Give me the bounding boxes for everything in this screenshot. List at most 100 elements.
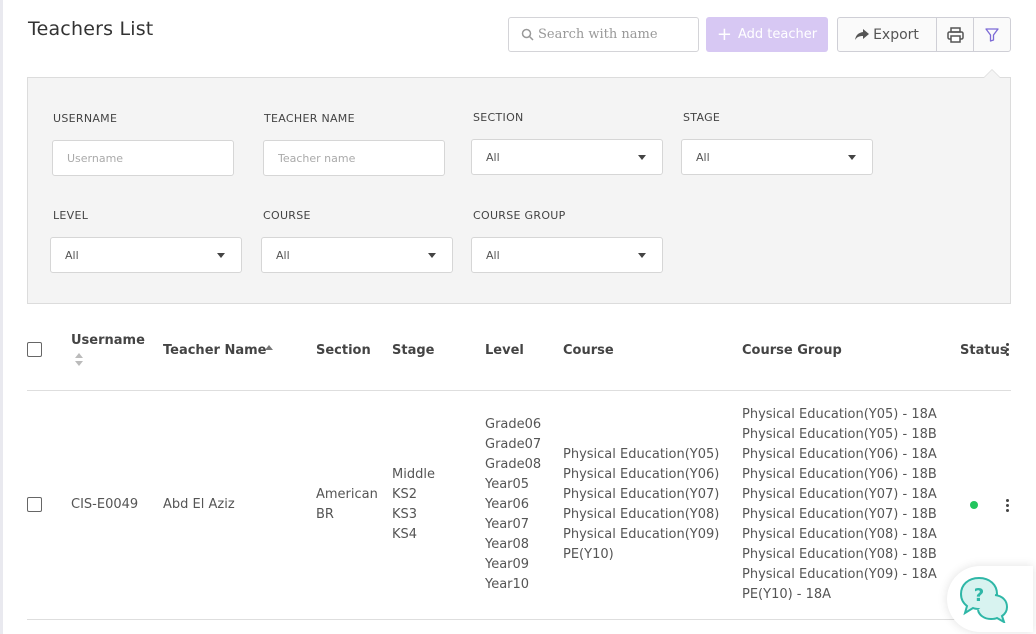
row-teacher-name: Abd El Aziz <box>163 497 235 512</box>
course-select[interactable]: All <box>261 237 453 273</box>
course-group-select-value: All <box>486 248 500 262</box>
filter-level-label: LEVEL <box>53 209 89 222</box>
caret-down-icon <box>638 252 646 258</box>
filter-username-field[interactable] <box>52 140 234 176</box>
stage-select[interactable]: All <box>681 139 873 175</box>
filter-teacher-name-field[interactable] <box>263 140 445 176</box>
add-teacher-label: Add teacher <box>738 27 818 42</box>
username-input[interactable] <box>67 151 233 165</box>
help-chat-icon: ? <box>959 576 1009 623</box>
plus-icon: + <box>716 23 732 45</box>
search-icon <box>521 28 534 41</box>
row-level: Grade06 Grade07 Grade08 Year05 Year06 Ye… <box>485 415 541 595</box>
level-line: Year09 <box>485 557 530 572</box>
page-title: Teachers List <box>28 18 154 40</box>
column-header-teacher-name[interactable]: Teacher Name <box>163 343 266 358</box>
header-divider <box>27 390 1011 391</box>
column-header-course-group[interactable]: Course Group <box>742 343 842 358</box>
left-border <box>0 0 3 634</box>
course-group-select[interactable]: All <box>471 237 663 273</box>
course-group-line: Physical Education(Y07) - 18A <box>742 487 937 502</box>
level-line: Year06 <box>485 497 530 512</box>
course-group-line: Physical Education(Y09) - 18A <box>742 567 937 582</box>
print-button[interactable] <box>936 17 974 52</box>
column-header-level[interactable]: Level <box>485 343 524 358</box>
level-line: Year10 <box>485 577 530 592</box>
filter-course-group-label: COURSE GROUP <box>473 209 566 222</box>
add-teacher-button[interactable]: + Add teacher <box>706 17 828 52</box>
filter-button[interactable] <box>973 17 1011 52</box>
level-select[interactable]: All <box>50 237 242 273</box>
course-line: Physical Education(Y06) <box>563 467 720 482</box>
row-checkbox[interactable] <box>27 497 42 512</box>
course-group-line: Physical Education(Y07) - 18B <box>742 507 937 522</box>
course-line: PE(Y10) <box>563 547 614 562</box>
export-button[interactable]: Export <box>837 17 937 52</box>
section-select[interactable]: All <box>471 139 663 175</box>
teacher-name-input[interactable] <box>278 151 444 165</box>
course-line: Physical Education(Y08) <box>563 507 720 522</box>
stage-line: KS4 <box>392 527 418 542</box>
stage-line: KS3 <box>392 507 418 522</box>
course-group-line: Physical Education(Y08) - 18A <box>742 527 937 542</box>
level-line: Year08 <box>485 537 530 552</box>
section-select-value: All <box>486 150 500 164</box>
column-header-course[interactable]: Course <box>563 343 614 358</box>
select-all-checkbox[interactable] <box>27 342 42 357</box>
course-line: Physical Education(Y05) <box>563 447 720 462</box>
course-group-line: Physical Education(Y06) - 18B <box>742 467 937 482</box>
column-header-teacher-name-label: Teacher Name <box>163 343 267 358</box>
caret-down-icon <box>217 252 225 258</box>
column-options-icon[interactable] <box>1005 343 1009 356</box>
status-active-dot <box>970 501 978 509</box>
column-header-section[interactable]: Section <box>316 343 371 358</box>
filter-stage-label: STAGE <box>683 111 721 124</box>
row-stage: Middle KS2 KS3 KS4 <box>392 465 435 545</box>
share-arrow-icon <box>855 28 870 40</box>
level-line: Grade06 <box>485 417 542 432</box>
level-line: Grade08 <box>485 457 542 472</box>
course-group-line: Physical Education(Y06) - 18A <box>742 447 937 462</box>
printer-icon <box>946 26 964 43</box>
stage-line: KS2 <box>392 487 418 502</box>
caret-down-icon <box>848 154 856 160</box>
column-header-stage[interactable]: Stage <box>392 343 434 358</box>
row-username: CIS-E0049 <box>71 497 139 512</box>
column-header-username-label: Username <box>71 333 145 348</box>
course-group-line: PE(Y10) - 18A <box>742 587 832 602</box>
filter-course-label: COURSE <box>263 209 311 222</box>
course-group-line: Physical Education(Y05) - 18B <box>742 427 937 442</box>
level-line: Year05 <box>485 477 530 492</box>
row-course-group: Physical Education(Y05) - 18A Physical E… <box>742 405 937 605</box>
column-header-username[interactable]: Username <box>71 333 145 348</box>
help-chat-button[interactable]: ? <box>947 566 1033 632</box>
filter-panel-pointer-fill <box>984 70 1000 78</box>
svg-text:?: ? <box>974 585 984 606</box>
row-actions-icon[interactable] <box>1005 499 1009 512</box>
column-header-status[interactable]: Status <box>960 343 1008 358</box>
stage-line: Middle <box>392 467 435 482</box>
row-course: Physical Education(Y05) Physical Educati… <box>563 445 719 565</box>
level-line: Grade07 <box>485 437 542 452</box>
course-line: Physical Education(Y09) <box>563 527 720 542</box>
section-line: BR <box>316 507 334 522</box>
row-section: American BR <box>316 485 378 525</box>
filter-username-label: USERNAME <box>53 112 118 125</box>
course-select-value: All <box>276 248 290 262</box>
row-divider <box>27 619 1011 620</box>
filter-teacher-name-label: TEACHER NAME <box>264 112 355 125</box>
level-select-value: All <box>65 248 79 262</box>
caret-down-icon <box>428 252 436 258</box>
export-label: Export <box>873 26 919 43</box>
stage-select-value: All <box>696 150 710 164</box>
sort-ascending-icon[interactable] <box>265 345 273 350</box>
sort-icon[interactable] <box>75 353 83 366</box>
funnel-icon <box>985 27 999 42</box>
caret-down-icon <box>638 154 646 160</box>
search-box[interactable] <box>508 17 699 52</box>
search-input[interactable] <box>538 27 688 42</box>
filter-section-label: SECTION <box>473 111 524 124</box>
course-line: Physical Education(Y07) <box>563 487 720 502</box>
section-line: American <box>316 487 378 502</box>
course-group-line: Physical Education(Y05) - 18A <box>742 407 937 422</box>
